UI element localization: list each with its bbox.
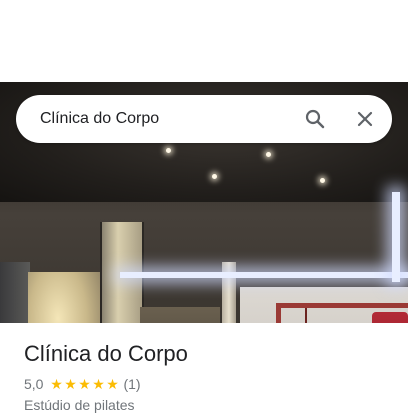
- photo-lit-wall: [28, 272, 103, 323]
- photo-aerial-hammock: [372, 312, 408, 323]
- top-blank-area: [0, 0, 408, 82]
- ceiling-spotlight: [320, 178, 325, 183]
- star-icon: ★: [106, 376, 119, 392]
- photo-left-wall: [0, 262, 30, 323]
- rating-value: 5,0: [24, 376, 44, 392]
- close-icon[interactable]: [353, 107, 377, 131]
- star-icon: ★: [50, 376, 63, 392]
- photo-trapeze-frame: [278, 303, 408, 308]
- ceiling-spotlight: [212, 174, 217, 179]
- search-bar[interactable]: Clínica do Corpo: [16, 95, 392, 143]
- star-icon: ★: [64, 376, 77, 392]
- review-count-link[interactable]: (1): [123, 376, 140, 392]
- ceiling-spotlight: [166, 148, 171, 153]
- star-rating: ★ ★ ★ ★ ★: [49, 376, 119, 392]
- ceiling-spotlight: [266, 152, 271, 157]
- search-input[interactable]: Clínica do Corpo: [40, 108, 159, 130]
- photo-cove-light: [392, 192, 400, 282]
- search-icon[interactable]: [303, 107, 327, 131]
- rating-row: 5,0 ★ ★ ★ ★ ★ (1): [24, 375, 141, 393]
- photo-ring-strap: [305, 308, 307, 323]
- photo-cove-light: [120, 272, 408, 278]
- place-category: Estúdio de pilates: [24, 397, 135, 413]
- star-icon: ★: [78, 376, 91, 392]
- photo-mirror-reflection: [140, 307, 220, 323]
- star-icon: ★: [92, 376, 105, 392]
- place-title: Clínica do Corpo: [24, 341, 188, 366]
